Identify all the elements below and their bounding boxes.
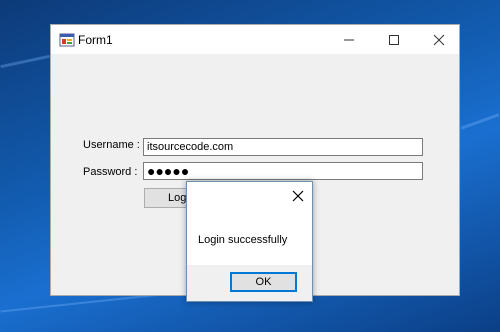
username-input[interactable]: itsourcecode.com: [143, 138, 423, 156]
message-text: Login successfully: [198, 234, 288, 246]
close-icon[interactable]: [292, 190, 304, 202]
title-bar[interactable]: Form1: [51, 25, 459, 54]
window-title: Form1: [78, 33, 113, 47]
close-icon: [433, 34, 444, 45]
minimize-button[interactable]: [326, 25, 371, 54]
minimize-icon: [343, 39, 354, 40]
desktop-light-streak: [0, 54, 50, 69]
form-app-icon: [59, 33, 75, 47]
maximize-button[interactable]: [371, 25, 416, 54]
close-button[interactable]: [416, 25, 461, 54]
password-input[interactable]: ●●●●●: [143, 162, 423, 180]
desktop-light-streak: [460, 113, 500, 130]
password-label: Password :: [83, 166, 138, 178]
message-box-dialog: Login successfully OK: [186, 181, 313, 302]
message-box-footer: OK: [187, 265, 312, 301]
ok-button[interactable]: OK: [230, 272, 297, 292]
maximize-icon: [388, 34, 399, 45]
username-label: Username :: [83, 139, 140, 151]
